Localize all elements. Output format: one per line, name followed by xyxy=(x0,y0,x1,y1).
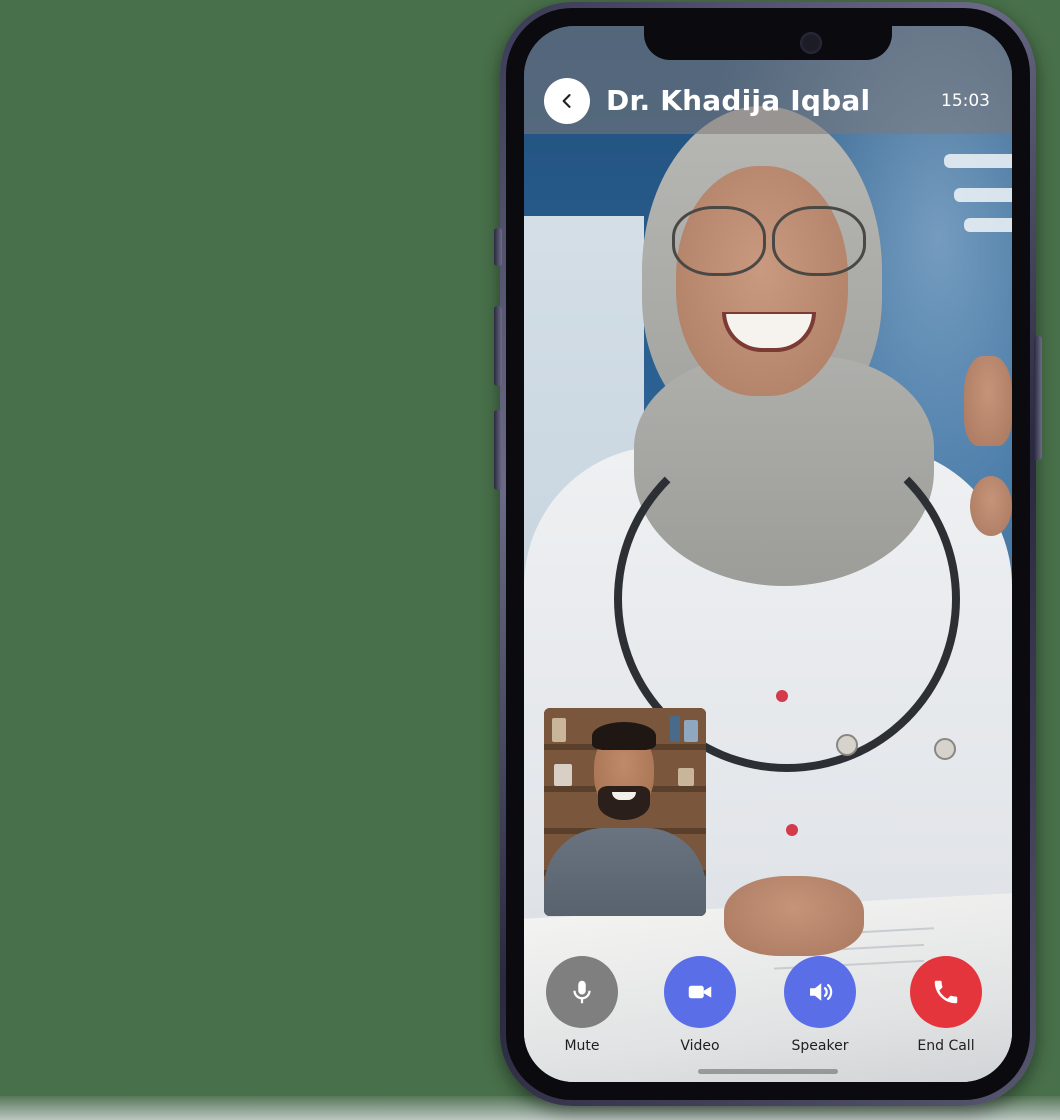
phone-frame: Dr. Khadija Iqbal 15:03 Mute Video Speak… xyxy=(494,2,1042,1106)
self-view-video[interactable] xyxy=(544,708,706,916)
ceiling-light xyxy=(964,218,1012,232)
video-camera-icon xyxy=(688,985,712,999)
speaker-button-circle[interactable] xyxy=(784,956,856,1028)
doctor-face xyxy=(676,166,848,396)
mute-button-circle[interactable] xyxy=(546,956,618,1028)
speaker-label: Speaker xyxy=(791,1038,849,1054)
stethoscope-earpiece xyxy=(934,738,956,760)
shelf-item xyxy=(684,720,698,742)
ceiling-light xyxy=(954,188,1012,202)
remote-video xyxy=(524,26,1012,1082)
speaker-button[interactable]: Speaker xyxy=(774,956,866,1054)
microphone-icon xyxy=(573,980,591,1004)
mute-label: Mute xyxy=(564,1038,600,1054)
home-indicator xyxy=(698,1069,838,1074)
video-call-screen: Dr. Khadija Iqbal 15:03 Mute Video Speak… xyxy=(524,26,1012,1082)
doctor-hand-writing xyxy=(724,876,864,956)
video-button-circle[interactable] xyxy=(664,956,736,1028)
end-call-button[interactable]: End Call xyxy=(900,956,992,1054)
coat-button xyxy=(776,690,788,702)
shelf-item xyxy=(552,718,566,742)
shelf-item xyxy=(670,716,680,742)
end-call-label: End Call xyxy=(917,1038,975,1054)
glasses-right-lens xyxy=(772,206,866,276)
speaker-icon xyxy=(810,983,833,1001)
call-controls: Mute Video Speaker End Call xyxy=(524,956,1012,1082)
chevron-left-icon xyxy=(562,94,571,108)
mute-switch xyxy=(494,228,502,266)
front-camera xyxy=(800,32,822,54)
back-button[interactable] xyxy=(544,78,590,124)
patient-hair xyxy=(592,722,656,750)
phone-hangup-icon xyxy=(934,980,958,1004)
caller-name: Dr. Khadija Iqbal xyxy=(606,84,871,117)
shelf-item xyxy=(554,764,572,786)
volume-down-button xyxy=(494,410,502,490)
mute-button[interactable]: Mute xyxy=(536,956,628,1054)
power-button xyxy=(1034,336,1042,460)
doctor-hand xyxy=(970,476,1012,536)
stethoscope-earpiece xyxy=(836,734,858,756)
end-call-button-circle[interactable] xyxy=(910,956,982,1028)
video-label: Video xyxy=(680,1038,720,1054)
shelf-item xyxy=(678,768,694,786)
video-button[interactable]: Video xyxy=(654,956,746,1054)
patient-shirt xyxy=(544,828,706,916)
ceiling-light xyxy=(944,154,1012,168)
volume-up-button xyxy=(494,306,502,386)
doctor-hand-wave xyxy=(964,356,1012,446)
coat-button xyxy=(786,824,798,836)
stage: Dr. Khadija Iqbal 15:03 Mute Video Speak… xyxy=(0,0,1060,1120)
call-timer: 15:03 xyxy=(941,91,990,111)
phone-notch xyxy=(644,26,892,60)
glasses-left-lens xyxy=(672,206,766,276)
